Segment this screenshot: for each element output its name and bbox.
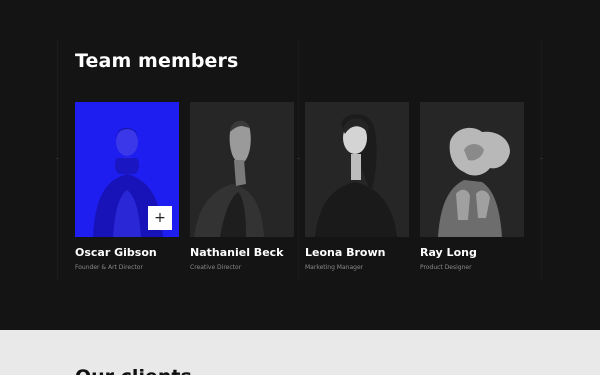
- member-photo[interactable]: [190, 102, 294, 237]
- member-role: Product Designer: [420, 264, 472, 271]
- clients-section: Our clients: [0, 330, 600, 375]
- member-name[interactable]: Oscar Gibson: [75, 246, 179, 259]
- grid-line: [298, 40, 299, 280]
- member-name[interactable]: Ray Long: [420, 246, 524, 259]
- grid-line: [57, 40, 58, 280]
- plus-button[interactable]: +: [148, 206, 172, 230]
- member-photo[interactable]: +: [75, 102, 179, 237]
- team-member-card[interactable]: Nathaniel Beck Creative Director: [190, 102, 294, 271]
- team-section: Team members + Oscar Gibson Founder & Ar…: [0, 0, 600, 330]
- team-title: Team members: [75, 50, 239, 72]
- grid-tick: [540, 158, 543, 159]
- grid-line: [541, 40, 542, 280]
- team-member-card[interactable]: Ray Long Product Designer: [420, 102, 524, 271]
- clients-title: Our clients: [75, 366, 192, 375]
- member-name[interactable]: Leona Brown: [305, 246, 409, 259]
- member-photo[interactable]: [420, 102, 524, 237]
- member-role: Creative Director: [190, 264, 242, 271]
- grid-tick: [297, 158, 300, 159]
- grid-tick: [56, 158, 59, 159]
- member-role: Marketing Manager: [305, 264, 364, 271]
- team-member-card[interactable]: + Oscar Gibson Founder & Art Director: [75, 102, 179, 271]
- member-name[interactable]: Nathaniel Beck: [190, 246, 294, 259]
- portrait-image: [315, 114, 397, 237]
- team-member-card[interactable]: Leona Brown Marketing Manager: [305, 102, 409, 271]
- portrait-image: [194, 120, 264, 237]
- member-photo[interactable]: [305, 102, 409, 237]
- member-role: Founder & Art Director: [75, 264, 143, 271]
- portrait-image: [438, 127, 510, 237]
